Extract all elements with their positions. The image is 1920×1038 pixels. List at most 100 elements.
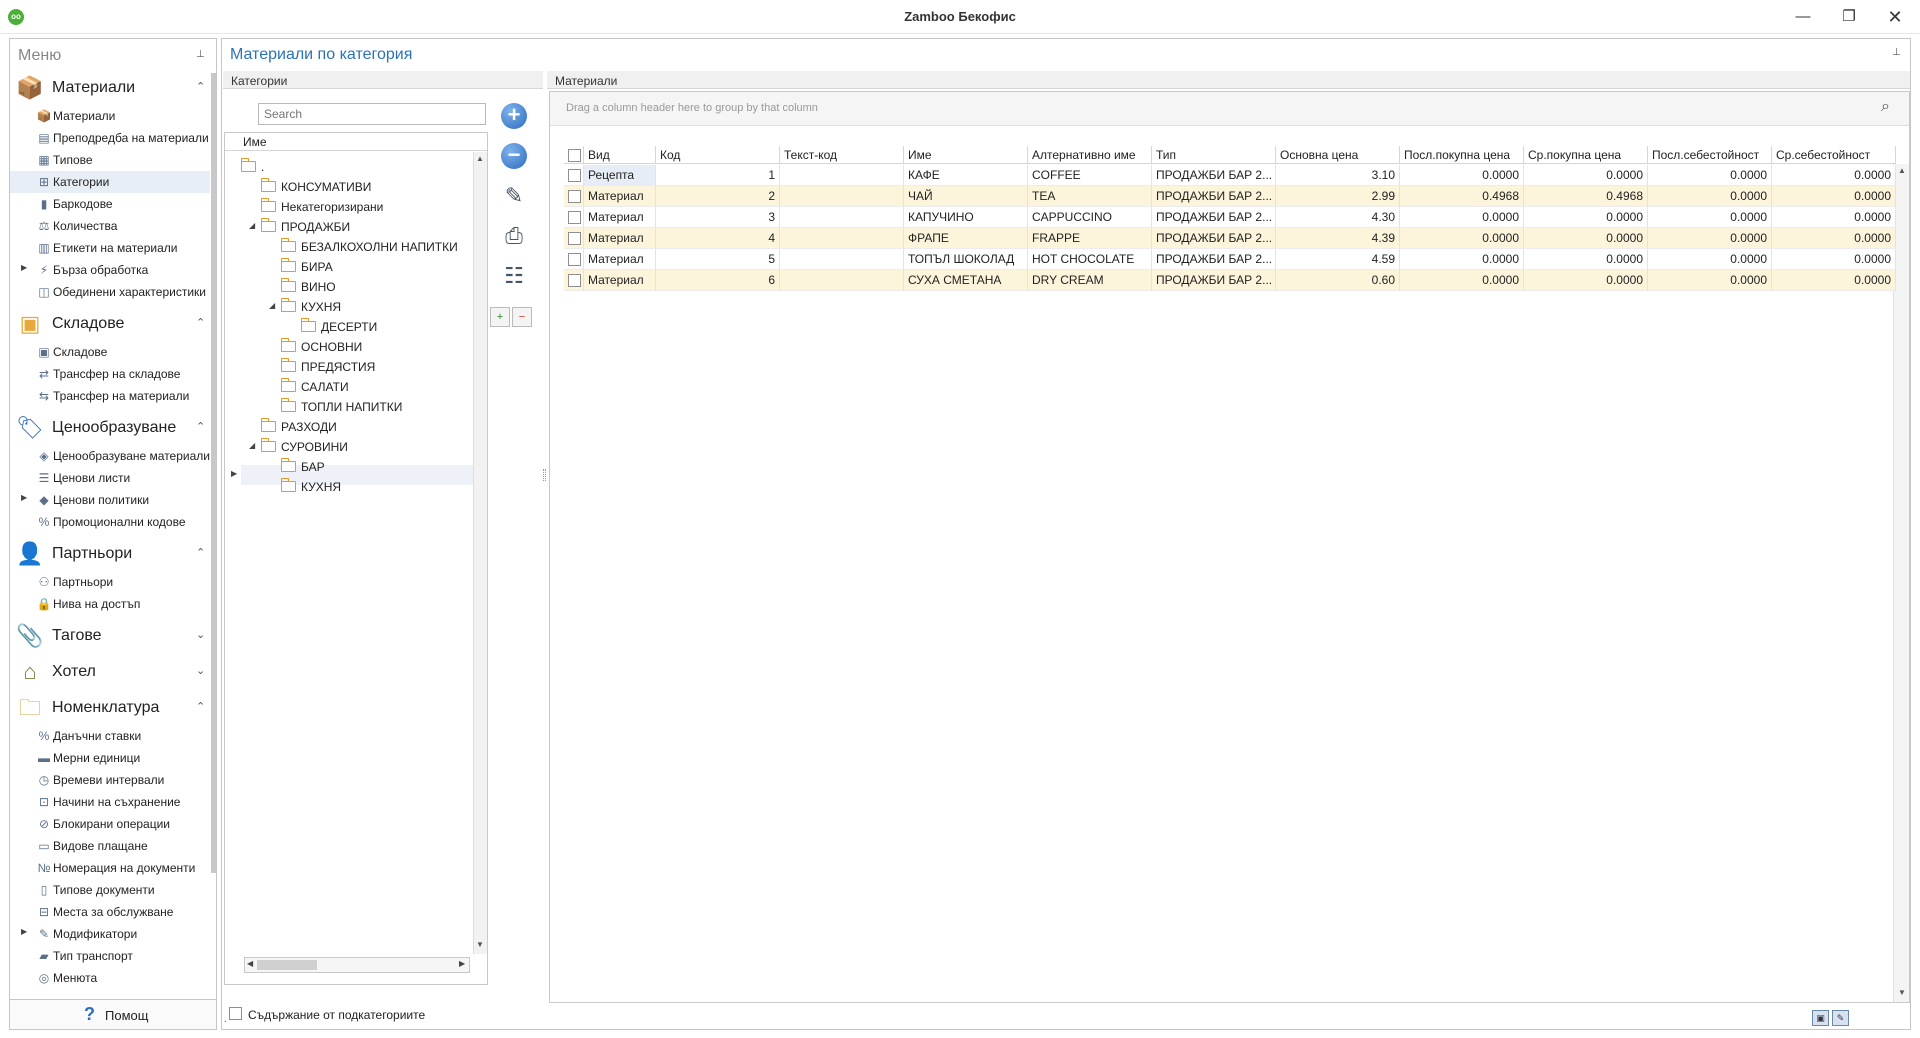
column-header[interactable]: Код bbox=[656, 146, 780, 164]
table-cell[interactable]: 0.0000 bbox=[1648, 270, 1772, 291]
menu-item[interactable]: ▶ ⚡ Бърза обработка bbox=[10, 259, 210, 281]
remove-category-button[interactable]: − bbox=[499, 141, 529, 171]
menu-item[interactable]: ⊞ Категории bbox=[10, 171, 210, 193]
scroll-down-icon[interactable]: ▼ bbox=[476, 940, 484, 949]
table-row[interactable]: Материал 3 КАПУЧИНО CAPPUCCINO ПРОДАЖБИ БАР … bbox=[550, 207, 1896, 228]
row-select-cell[interactable] bbox=[564, 207, 584, 228]
table-cell[interactable]: СУХА СМЕТАНА bbox=[904, 270, 1028, 291]
table-cell[interactable]: 0.4968 bbox=[1524, 186, 1648, 207]
table-cell[interactable]: 4.30 bbox=[1276, 207, 1400, 228]
column-header[interactable]: Текст-код bbox=[780, 146, 904, 164]
menu-item[interactable]: ⚇ Партньори bbox=[10, 571, 210, 593]
table-row[interactable]: Материал 5 ТОПЪЛ ШОКОЛАД HOT CHOCOLATE ПРОДА… bbox=[550, 249, 1896, 270]
table-cell[interactable]: 0.0000 bbox=[1772, 207, 1896, 228]
expand-all-button[interactable]: + bbox=[490, 307, 510, 327]
menu-item[interactable]: ▰ Тип транспорт bbox=[10, 945, 210, 967]
group-by-panel[interactable]: Drag a column header here to group by th… bbox=[550, 92, 1909, 126]
select-all-header[interactable] bbox=[564, 146, 584, 164]
table-cell[interactable]: КАПУЧИНО bbox=[904, 207, 1028, 228]
column-header[interactable]: Посл.покупна цена bbox=[1400, 146, 1524, 164]
menu-group-6[interactable]: 🗀 Номенклатура ⌃ bbox=[10, 693, 210, 723]
pin-icon[interactable]: ⊥ bbox=[196, 49, 205, 60]
scroll-right-icon[interactable]: ▶ bbox=[459, 959, 465, 968]
menu-item[interactable]: % Данъчни ставки bbox=[10, 725, 210, 747]
table-cell[interactable]: 4.39 bbox=[1276, 228, 1400, 249]
tree-node[interactable]: ОСНОВНИ bbox=[225, 337, 471, 357]
table-cell[interactable]: 0.0000 bbox=[1648, 186, 1772, 207]
menu-group-2[interactable]: 🏷 Ценообразуване ⌃ bbox=[10, 413, 210, 443]
chevron-icon[interactable]: ⌃ bbox=[196, 546, 205, 559]
table-cell[interactable]: КАФЕ bbox=[904, 165, 1028, 186]
column-header[interactable]: Ср.покупна цена bbox=[1524, 146, 1648, 164]
menu-item[interactable]: % Промоционални кодове bbox=[10, 511, 210, 533]
menu-group-0[interactable]: 📦 Материали ⌃ bbox=[10, 73, 210, 103]
tree-node[interactable]: ◢ ПРОДАЖБИ bbox=[225, 217, 471, 237]
scroll-thumb[interactable] bbox=[257, 960, 317, 970]
tree-node[interactable]: КУХНЯ bbox=[225, 477, 471, 497]
category-tree[interactable]: Име ▶ ▲ ▼ ◀ ▶ . КОНСУМАТИВИ Некатегоризира… bbox=[224, 132, 488, 985]
menu-item[interactable]: ◈ Ценообразуване материали bbox=[10, 445, 210, 467]
table-cell[interactable]: 0.0000 bbox=[1524, 207, 1648, 228]
table-cell[interactable]: 0.0000 bbox=[1648, 207, 1772, 228]
table-cell[interactable]: 0.0000 bbox=[1524, 249, 1648, 270]
table-cell[interactable]: 0.0000 bbox=[1400, 228, 1524, 249]
table-cell[interactable]: 0.0000 bbox=[1400, 165, 1524, 186]
row-select-cell[interactable] bbox=[564, 165, 584, 186]
table-cell[interactable]: 0.0000 bbox=[1772, 228, 1896, 249]
chevron-icon[interactable]: ⌃ bbox=[196, 316, 205, 329]
select-all-checkbox[interactable] bbox=[568, 149, 581, 163]
tree-node[interactable]: БАР bbox=[225, 457, 471, 477]
table-cell[interactable]: 5 bbox=[656, 249, 780, 270]
tree-node[interactable]: БЕЗАЛКОХОЛНИ НАПИТКИ bbox=[225, 237, 471, 257]
table-cell[interactable]: TEA bbox=[1028, 186, 1152, 207]
table-row[interactable]: Материал 4 ФРАПЕ FRAPPE ПРОДАЖБИ БАР 2... 4.3… bbox=[550, 228, 1896, 249]
tree-node[interactable]: Некатегоризирани bbox=[225, 197, 471, 217]
tree-node[interactable]: КОНСУМАТИВИ bbox=[225, 177, 471, 197]
table-cell[interactable]: COFFEE bbox=[1028, 165, 1152, 186]
minimize-button[interactable]: — bbox=[1780, 0, 1826, 34]
table-cell[interactable] bbox=[780, 165, 904, 186]
tree-horizontal-scrollbar[interactable]: ◀ ▶ bbox=[244, 957, 470, 973]
table-cell[interactable]: 0.0000 bbox=[1648, 249, 1772, 270]
expand-arrow-icon[interactable]: ▶ bbox=[21, 927, 27, 936]
maximize-button[interactable]: ❐ bbox=[1826, 0, 1872, 34]
reset-layout-icon[interactable]: ✎ bbox=[1832, 1010, 1849, 1026]
table-cell[interactable]: 0.0000 bbox=[1524, 270, 1648, 291]
tree-node[interactable]: . bbox=[225, 157, 471, 177]
column-header[interactable]: Основна цена bbox=[1276, 146, 1400, 164]
menu-item[interactable]: 📦 Материали bbox=[10, 105, 210, 127]
row-select-cell[interactable] bbox=[564, 249, 584, 270]
table-cell[interactable]: ПРОДАЖБИ БАР 2... bbox=[1152, 207, 1276, 228]
chevron-icon[interactable]: ⌃ bbox=[196, 420, 205, 433]
menu-scrollbar[interactable] bbox=[211, 73, 216, 873]
save-layout-icon[interactable]: ▣ bbox=[1812, 1010, 1829, 1026]
menu-item[interactable]: ▣ Складове bbox=[10, 341, 210, 363]
table-cell[interactable]: ТОПЪЛ ШОКОЛАД bbox=[904, 249, 1028, 270]
table-row[interactable]: Материал 6 СУХА СМЕТАНА DRY CREAM ПРОДАЖБИ Б… bbox=[550, 270, 1896, 291]
row-select-cell[interactable] bbox=[564, 228, 584, 249]
column-header[interactable]: Алтернативно име bbox=[1028, 146, 1152, 164]
expand-arrow-icon[interactable]: ▶ bbox=[21, 493, 27, 502]
row-select-cell[interactable] bbox=[564, 270, 584, 291]
table-cell[interactable]: 0.0000 bbox=[1772, 270, 1896, 291]
scroll-left-icon[interactable]: ◀ bbox=[247, 959, 253, 968]
menu-item[interactable]: ⊟ Места за обслужване bbox=[10, 901, 210, 923]
table-row[interactable]: Материал 2 ЧАЙ TEA ПРОДАЖБИ БАР 2... 2.99 0.49… bbox=[550, 186, 1896, 207]
menu-item[interactable]: ◫ Обединени характеристики bbox=[10, 281, 210, 303]
menu-item[interactable]: ▶ ◆ Ценови политики bbox=[10, 489, 210, 511]
table-cell[interactable]: 3 bbox=[656, 207, 780, 228]
menu-item[interactable]: ⊘ Блокирани операции bbox=[10, 813, 210, 835]
table-cell[interactable]: 1 bbox=[656, 165, 780, 186]
hierarchy-button[interactable]: ☷ bbox=[499, 261, 529, 291]
menu-item[interactable]: ⇄ Трансфер на складове bbox=[10, 363, 210, 385]
pin-icon[interactable]: ⊥ bbox=[1892, 47, 1901, 58]
menu-item[interactable]: ▭ Видове плащане bbox=[10, 835, 210, 857]
table-cell[interactable]: 0.0000 bbox=[1400, 207, 1524, 228]
table-cell[interactable]: Материал bbox=[584, 228, 656, 249]
table-cell[interactable]: 0.60 bbox=[1276, 270, 1400, 291]
table-cell[interactable]: DRY CREAM bbox=[1028, 270, 1152, 291]
chevron-icon[interactable]: ⌃ bbox=[196, 700, 205, 713]
chevron-icon[interactable]: ⌄ bbox=[196, 628, 205, 641]
menu-item[interactable]: ▤ Преподредба на материали bbox=[10, 127, 210, 149]
table-cell[interactable]: Материал bbox=[584, 186, 656, 207]
